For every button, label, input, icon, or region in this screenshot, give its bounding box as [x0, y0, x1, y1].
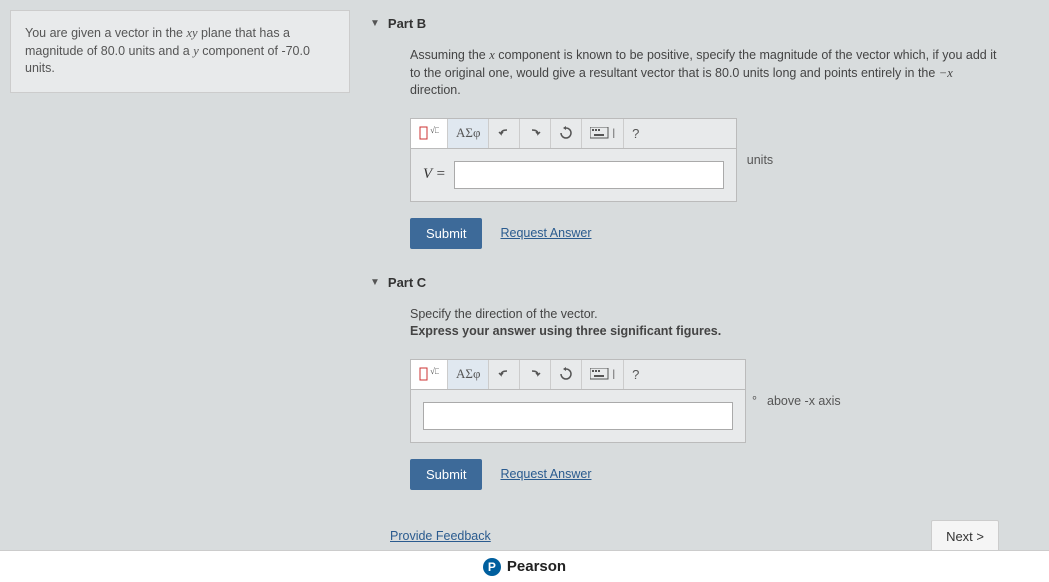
part-c-input[interactable] — [423, 402, 733, 430]
part-c-header[interactable]: ▼ Part C — [370, 269, 1039, 296]
problem-sidebar: You are given a vector in the xy plane t… — [10, 10, 350, 93]
part-c-toolbar: √□ ΑΣφ | ? — [411, 360, 745, 390]
undo-button[interactable] — [489, 360, 520, 389]
undo-button[interactable] — [489, 119, 520, 148]
part-c-content: Specify the direction of the vector. Exp… — [370, 296, 1039, 510]
templates-button[interactable]: √□ — [411, 119, 448, 148]
caret-down-icon: ▼ — [370, 277, 380, 288]
part-c-request-answer-link[interactable]: Request Answer — [500, 467, 591, 481]
part-b-header[interactable]: ▼ Part B — [370, 10, 1039, 37]
part-b-input[interactable] — [454, 161, 724, 189]
part-b-content: Assuming the x component is known to be … — [370, 37, 1039, 269]
svg-text:√□: √□ — [430, 367, 439, 376]
help-button[interactable]: ? — [624, 360, 647, 389]
svg-text:√□: √□ — [430, 126, 439, 135]
part-c-submit-button[interactable]: Submit — [410, 459, 482, 490]
part-b-toolbar: √□ ΑΣφ | ? — [411, 119, 736, 149]
pearson-logo-icon: P — [483, 558, 501, 576]
templates-button[interactable]: √□ — [411, 360, 448, 389]
next-button[interactable]: Next > — [931, 520, 999, 553]
footer-row: Provide Feedback Next > — [370, 510, 1039, 553]
degree-symbol: ° — [752, 394, 757, 408]
part-b-request-answer-link[interactable]: Request Answer — [500, 226, 591, 240]
part-b-answer-box: √□ ΑΣφ | ? V = — [410, 118, 737, 202]
pearson-text: Pearson — [507, 558, 566, 575]
part-c-label: Part C — [388, 275, 426, 290]
provide-feedback-link[interactable]: Provide Feedback — [390, 529, 491, 543]
reset-button[interactable] — [551, 360, 582, 389]
main-content: ▼ Part B Assuming the x component is kno… — [370, 10, 1039, 553]
symbols-button[interactable]: ΑΣφ — [448, 119, 489, 148]
part-b-prompt: Assuming the x component is known to be … — [410, 47, 999, 100]
caret-down-icon: ▼ — [370, 18, 380, 29]
help-button[interactable]: ? — [624, 119, 647, 148]
part-b-unit: units — [747, 153, 773, 167]
redo-button[interactable] — [520, 360, 551, 389]
symbols-button[interactable]: ΑΣφ — [448, 360, 489, 389]
reset-button[interactable] — [551, 119, 582, 148]
redo-button[interactable] — [520, 119, 551, 148]
variable-label: V = — [423, 166, 446, 183]
keyboard-button[interactable]: | — [582, 119, 624, 148]
part-c-answer-box: √□ ΑΣφ | ? — [410, 359, 746, 443]
part-b-label: Part B — [388, 16, 426, 31]
pearson-footer: P Pearson — [0, 550, 1049, 582]
keyboard-button[interactable]: | — [582, 360, 624, 389]
part-c-prompt: Specify the direction of the vector. Exp… — [410, 306, 999, 341]
part-c-unit: above -x axis — [767, 394, 841, 408]
part-b-submit-button[interactable]: Submit — [410, 218, 482, 249]
